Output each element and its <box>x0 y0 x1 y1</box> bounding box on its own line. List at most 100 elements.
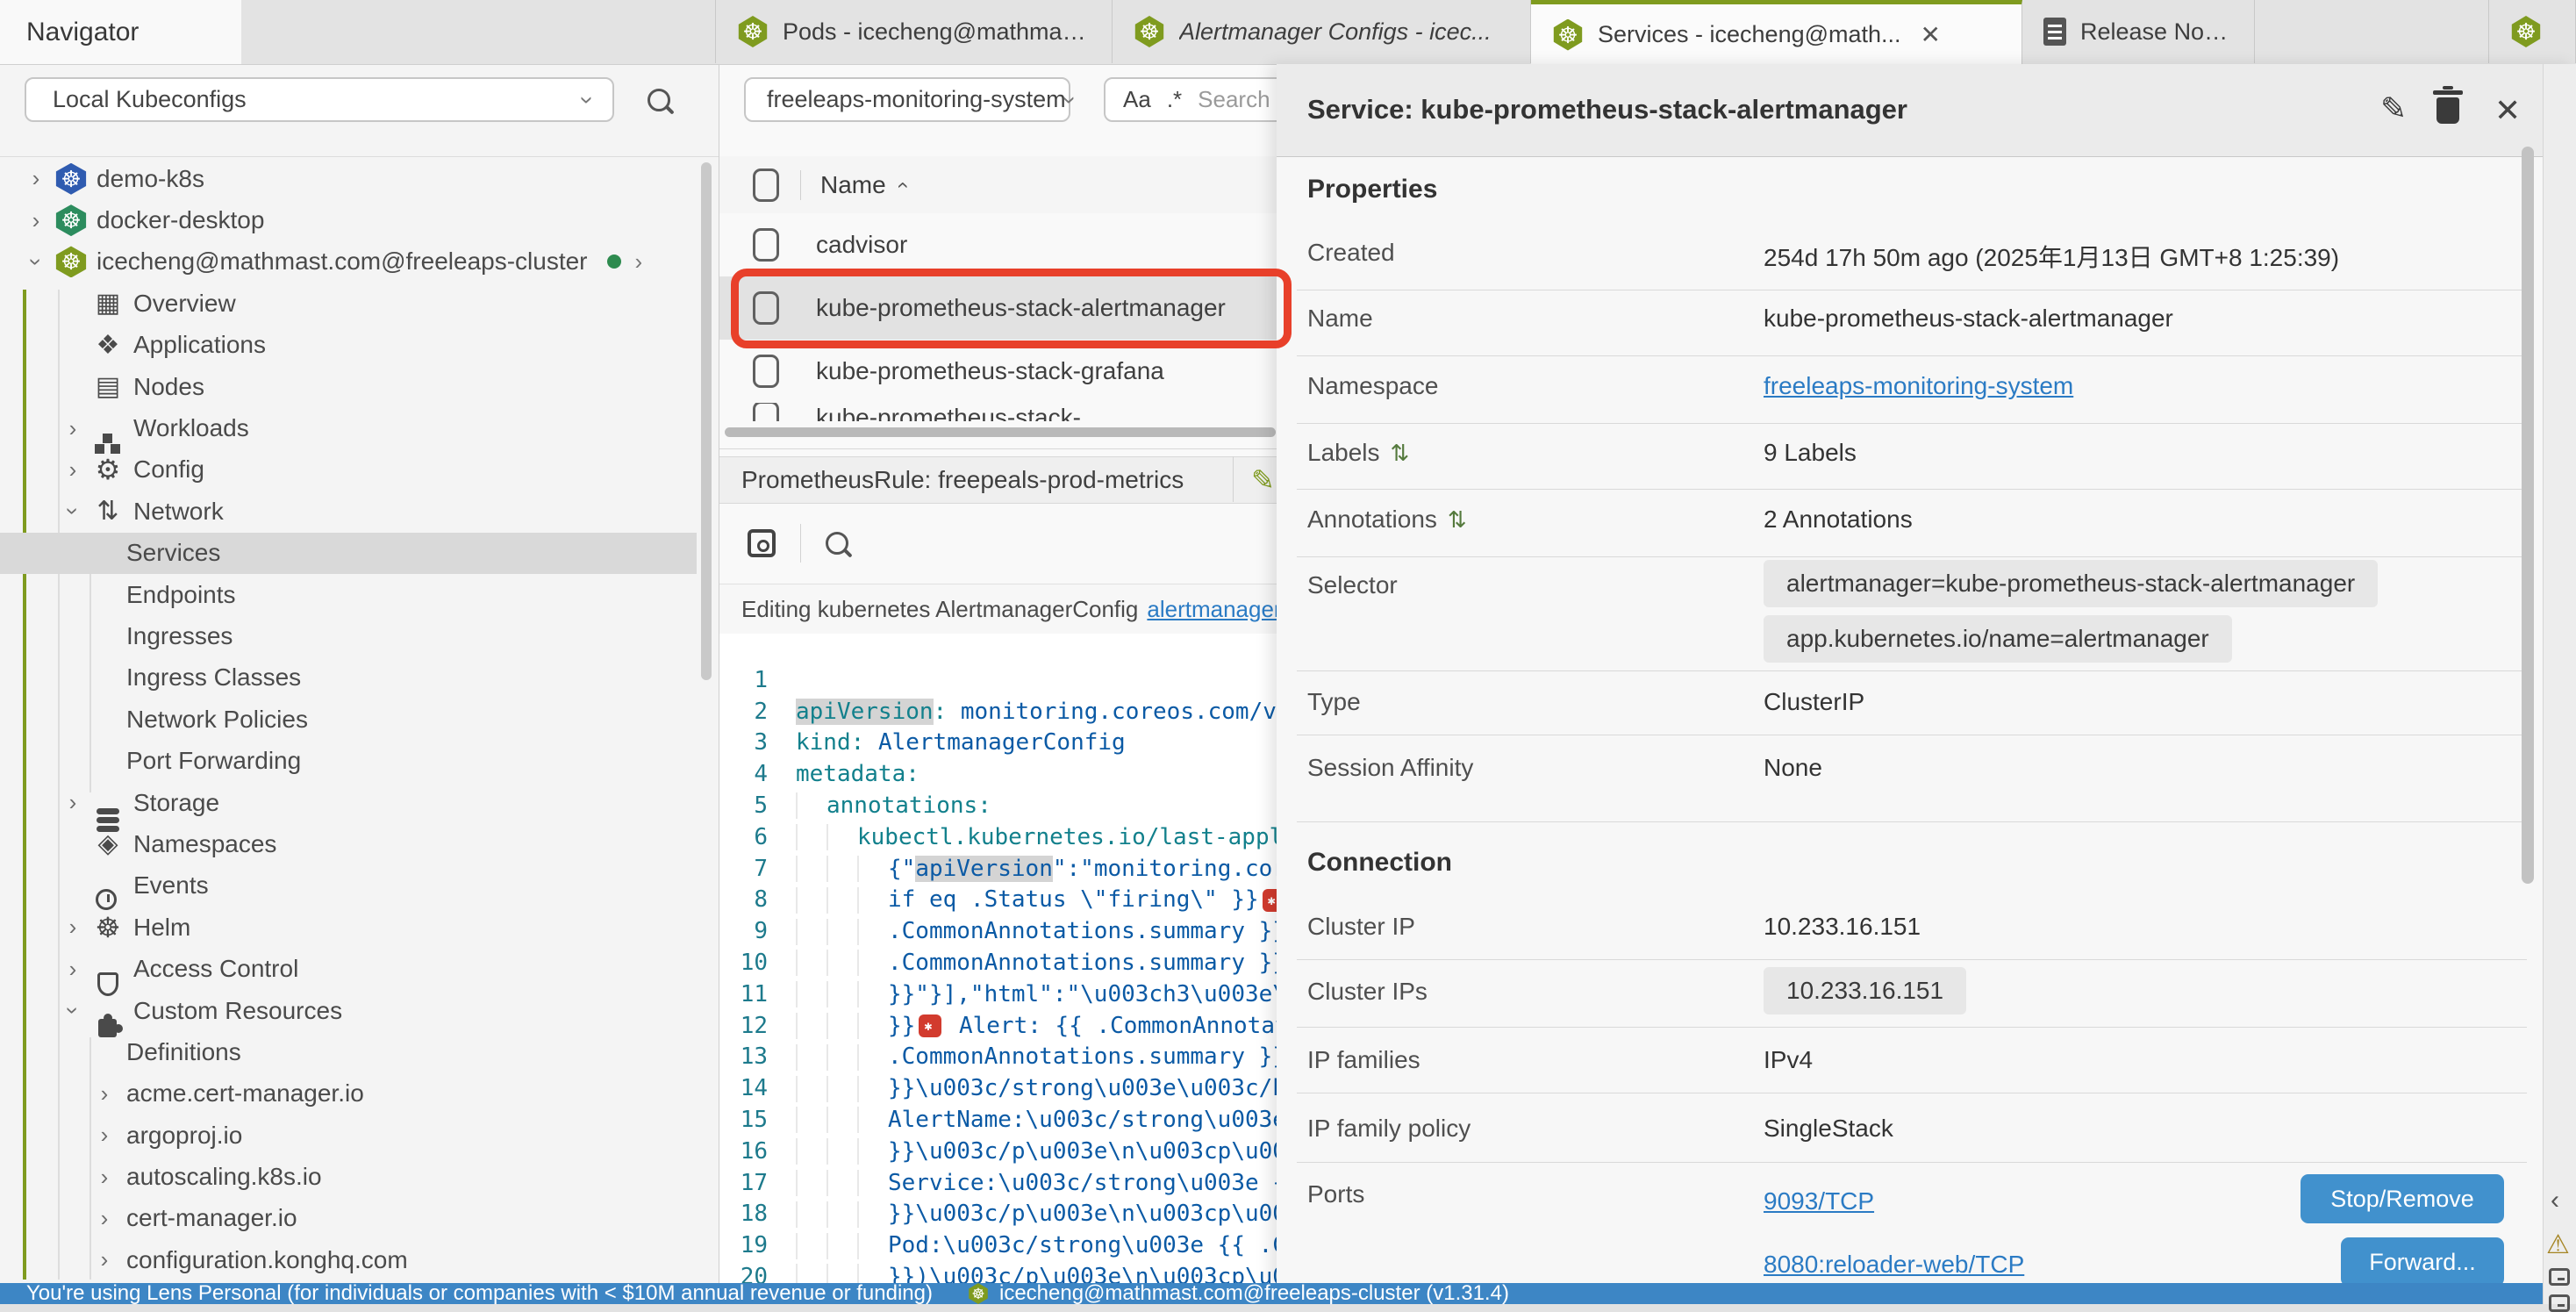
row-checkbox[interactable] <box>753 355 779 388</box>
expand-sort-icon[interactable]: ⇅ <box>1448 506 1467 533</box>
code-line[interactable]: 5 kubectl.kubernetes.io/last-appli <box>719 759 1316 791</box>
sidebar-item[interactable]: › Access Control › <box>0 948 697 989</box>
code-line[interactable]: 19 }})\u003c/p\u003e\n\u003cp\u00 <box>719 1199 1316 1230</box>
expand-chevron-icon[interactable]: › <box>23 207 49 234</box>
sidebar-item[interactable]: Namespaces › <box>0 823 697 864</box>
editing-resource-link[interactable]: alertmanager <box>1147 596 1281 623</box>
collapse-chevron-icon[interactable]: ‹ <box>2551 1186 2559 1215</box>
expand-chevron-icon[interactable]: › <box>91 1164 118 1191</box>
regex-toggle[interactable]: .* <box>1167 86 1182 113</box>
code-line[interactable]: 11 }} Alert: {{ .CommonAnnotati <box>719 948 1316 979</box>
tab-release-notes[interactable]: Release Notes <box>2022 0 2255 63</box>
dock-tab-header[interactable]: PrometheusRule: freepeals-prod-metrics <box>719 456 1316 504</box>
code-line[interactable]: 3 metadata: <box>719 697 1316 728</box>
kubeconfig-select[interactable]: Local Kubeconfigs › <box>25 77 614 122</box>
sidebar-item[interactable]: Overview › <box>0 283 697 324</box>
expand-chevron-icon[interactable]: › <box>23 165 49 192</box>
expand-chevron-icon[interactable]: › <box>91 1246 118 1273</box>
port-link[interactable]: 8080:reloader-web/TCP <box>1764 1251 2024 1279</box>
expand-chevron-icon[interactable]: › <box>91 1122 118 1149</box>
sidebar-item[interactable]: › Helm › <box>0 907 697 948</box>
tab-services-active[interactable]: ☸ Services - icecheng@math... ✕ <box>1531 0 2022 65</box>
code-line[interactable]: 12 .CommonAnnotations.summary }}- <box>719 979 1316 1011</box>
sidebar-item[interactable]: › autoscaling.k8s.io › <box>0 1156 697 1197</box>
namespace-link[interactable]: freeleaps-monitoring-system <box>1764 372 2073 400</box>
code-line[interactable]: 14 AlertName:\u003c/strong\u003e <box>719 1042 1316 1073</box>
column-name[interactable]: Name <box>820 171 886 199</box>
code-line[interactable]: 18 Pod:\u003c/strong\u003e {{ .Co <box>719 1168 1316 1200</box>
sidebar-item[interactable]: › Config › <box>0 449 697 491</box>
expand-chevron-icon[interactable]: › <box>91 1205 118 1232</box>
sidebar-item[interactable]: Network Policies › <box>0 699 697 740</box>
code-line[interactable]: 9 .CommonAnnotations.summary }}- <box>719 885 1316 916</box>
stop-remove-button[interactable]: Stop/Remove <box>2301 1174 2504 1223</box>
window-icon[interactable] <box>2549 1294 2570 1312</box>
panel-scrollbar-thumb[interactable] <box>2522 147 2534 884</box>
sidebar-item[interactable]: › Storage › <box>0 782 697 823</box>
expand-chevron-icon[interactable]: › <box>60 789 86 816</box>
expand-chevron-icon[interactable]: › <box>60 956 86 983</box>
sidebar-item[interactable]: › Network › <box>0 491 697 532</box>
editor-search-icon[interactable] <box>826 532 848 555</box>
code-line[interactable]: 4 annotations: <box>719 728 1316 759</box>
expand-chevron-icon[interactable]: › <box>60 914 86 941</box>
yaml-editor[interactable]: 1 apiVersion: monitoring.coreos.com/v1 2… <box>719 634 1316 1283</box>
sidebar-item[interactable]: Nodes › <box>0 366 697 407</box>
sidebar-item[interactable]: › argoproj.io › <box>0 1115 697 1156</box>
sidebar-item[interactable]: Ingress Classes › <box>0 657 697 699</box>
code-line[interactable]: 15 }}\u003c/p\u003e\n\u003cp\u003 <box>719 1073 1316 1105</box>
sidebar-item[interactable]: › acme.cert-manager.io › <box>0 1073 697 1115</box>
edit-icon[interactable]: ✎ <box>2380 90 2407 127</box>
sidebar-item[interactable]: › ☸ docker-desktop › <box>0 199 697 240</box>
sort-ascending-icon[interactable]: › <box>890 182 914 189</box>
horizontal-scrollbar-thumb[interactable] <box>725 427 1276 437</box>
sidebar-item[interactable]: › cert-manager.io › <box>0 1198 697 1239</box>
delete-icon[interactable] <box>2436 97 2459 124</box>
expand-chevron-icon[interactable]: › <box>91 1080 118 1108</box>
sidebar-item[interactable]: › ☸ icecheng@mathmast.com@freeleaps-clus… <box>0 241 697 283</box>
expand-chevron-icon[interactable]: › <box>60 498 87 525</box>
sidebar-scrollbar-thumb[interactable] <box>701 162 712 680</box>
table-row-partial[interactable]: kube-prometheus-stack-… <box>719 403 1316 421</box>
select-all-checkbox[interactable] <box>753 168 779 202</box>
code-line[interactable]: 1 apiVersion: monitoring.coreos.com/v1 <box>719 634 1316 665</box>
code-line[interactable]: 16 Service:\u003c/strong\u003e {{ <box>719 1105 1316 1136</box>
expand-chevron-icon[interactable]: › <box>60 998 87 1024</box>
namespace-select[interactable]: freeleaps-monitoring-system › <box>744 77 1070 122</box>
code-line[interactable]: 13 }}\u003c/strong\u003e\u003c/h3 <box>719 1011 1316 1043</box>
tab-alertmanager-configs[interactable]: ☸ Alertmanager Configs - icec... <box>1113 0 1531 63</box>
warning-icon[interactable]: ⚠ <box>2546 1230 2570 1260</box>
sidebar-item[interactable]: › ☸ demo-k8s › <box>0 158 697 199</box>
sidebar-item[interactable]: Port Forwarding › <box>0 740 697 781</box>
sidebar-search-icon[interactable] <box>648 89 670 111</box>
expand-chevron-icon[interactable]: › <box>60 456 86 484</box>
tab-close-icon[interactable]: ✕ <box>1921 20 1941 49</box>
code-line[interactable]: 10 }}"}],"html":"\u003ch3\u003e\u <box>719 916 1316 948</box>
table-row[interactable]: kube-prometheus-stack-grafana <box>719 340 1316 404</box>
expand-chevron-icon[interactable]: › <box>60 415 86 442</box>
code-line[interactable]: 21 }}\u003c/p\u003e\n\u003cp\u003 <box>719 1262 1316 1283</box>
close-icon[interactable]: ✕ <box>2494 92 2521 129</box>
sidebar-item[interactable]: Endpoints › <box>0 574 697 615</box>
sidebar-item[interactable]: Applications › <box>0 325 697 366</box>
save-icon[interactable] <box>748 529 776 557</box>
window-icon[interactable] <box>2549 1268 2570 1286</box>
tab-pods[interactable]: ☸ Pods - icecheng@mathmas... <box>715 0 1113 63</box>
forward-button[interactable]: Forward... <box>2341 1237 2504 1287</box>
sidebar-item[interactable]: Definitions › <box>0 1031 697 1072</box>
code-line[interactable]: 8 .CommonAnnotations.summary }}- <box>719 854 1316 885</box>
sidebar-item[interactable]: Ingresses › <box>0 615 697 656</box>
code-line[interactable]: 6 {"apiVersion":"monitoring.core <box>719 791 1316 822</box>
code-line[interactable]: 17 }}\u003c/p\u003e\n\u003cp\u003 <box>719 1136 1316 1168</box>
match-case-toggle[interactable]: Aa <box>1123 86 1151 113</box>
sidebar-item[interactable]: Services › <box>0 533 697 574</box>
dock-edit-icon[interactable]: ✎ <box>1251 463 1275 497</box>
row-checkbox[interactable] <box>753 403 779 421</box>
expand-sort-icon[interactable]: ⇅ <box>1391 440 1410 466</box>
sidebar-item[interactable]: › configuration.konghq.com › <box>0 1239 697 1280</box>
code-line[interactable]: 20 Severity:\u003c/strong\u003e - <box>719 1230 1316 1262</box>
code-line[interactable]: 2 kind: AlertmanagerConfig <box>719 665 1316 697</box>
expand-chevron-icon[interactable]: › <box>23 248 50 275</box>
sidebar-item[interactable]: Events › <box>0 865 697 907</box>
tab-partial[interactable]: ☸ <box>2488 0 2576 63</box>
